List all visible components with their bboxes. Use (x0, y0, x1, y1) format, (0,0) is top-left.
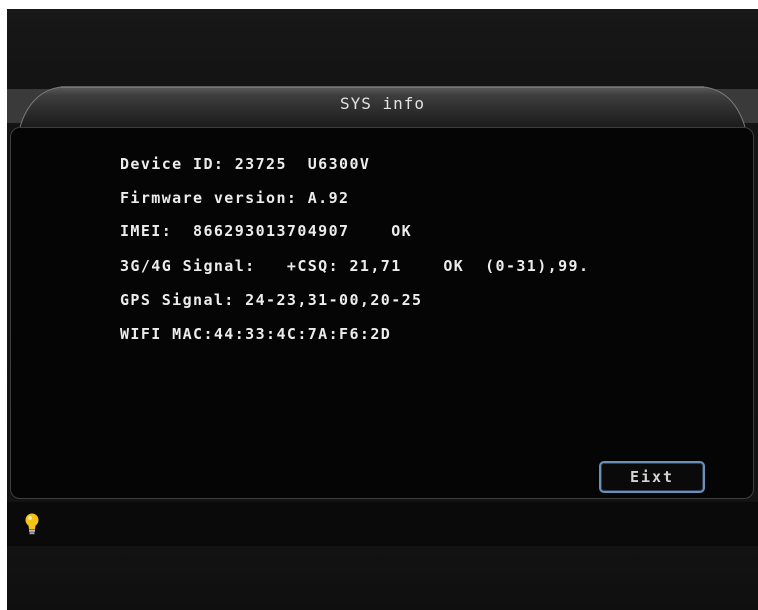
firmware-version-line: Firmware version: A.92 (120, 189, 350, 207)
cellular-signal-line: 3G/4G Signal: +CSQ: 21,71 OK (0-31),99. (120, 257, 590, 275)
wifi-mac-line: WIFI MAC:44:33:4C:7A:F6:2D (120, 325, 392, 343)
status-strip (7, 502, 758, 546)
lightbulb-icon (25, 513, 39, 535)
info-panel (10, 127, 754, 499)
gps-signal-line: GPS Signal: 24-23,31-00,20-25 (120, 291, 423, 309)
imei-line: IMEI: 866293013704907 OK (120, 222, 413, 240)
device-id-line: Device ID: 23725 U6300V (120, 155, 371, 173)
exit-button[interactable]: Eixt (599, 461, 705, 493)
window-title: SYS info (339, 94, 426, 113)
monitor-screen: SYS info Device ID: 23725 U6300V Firmwar… (7, 9, 758, 610)
